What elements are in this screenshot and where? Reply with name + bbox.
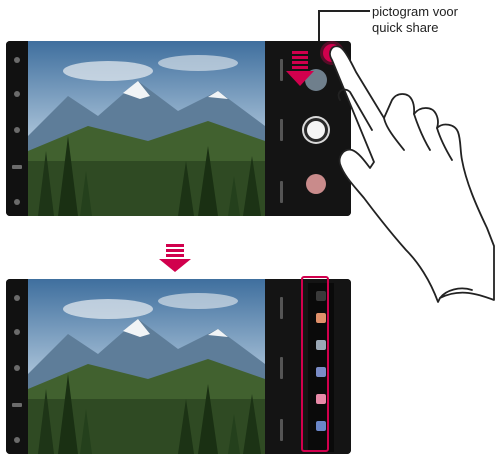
landscape-preview-image <box>28 41 265 216</box>
camera-settings-bar <box>6 279 28 454</box>
shutter-button[interactable] <box>307 121 325 139</box>
camera-screen-before <box>6 41 351 216</box>
zoom-slider-bottom[interactable] <box>280 181 283 203</box>
record-button[interactable] <box>306 174 326 194</box>
camera-viewfinder <box>28 279 265 454</box>
landscape-preview-image <box>28 279 265 454</box>
callout-leader-line-vertical <box>318 10 320 45</box>
mode-icon[interactable] <box>12 403 22 407</box>
quick-share-highlight-box <box>301 276 329 452</box>
quick-share-icon[interactable] <box>323 44 341 62</box>
camera-screen-after <box>6 279 351 454</box>
zoom-slider-middle[interactable] <box>280 119 283 141</box>
timer-icon[interactable] <box>14 91 20 97</box>
callout-line-2: quick share <box>372 20 439 35</box>
zoom-slider-top[interactable] <box>280 59 283 81</box>
settings-icon[interactable] <box>14 295 20 301</box>
zoom-slider-top[interactable] <box>280 297 283 319</box>
mode-icon[interactable] <box>12 165 22 169</box>
step-down-arrow-icon <box>159 244 191 272</box>
callout-line-1: pictogram voor <box>372 4 458 19</box>
settings-icon[interactable] <box>14 57 20 63</box>
flash-icon[interactable] <box>14 127 20 133</box>
camera-controls-bar <box>265 41 351 216</box>
gallery-thumbnail[interactable] <box>305 69 327 91</box>
zoom-slider-middle[interactable] <box>280 357 283 379</box>
callout-leader-line <box>318 10 370 12</box>
flash-icon[interactable] <box>14 365 20 371</box>
switch-camera-icon[interactable] <box>14 199 20 205</box>
quick-share-callout-label: pictogram voor quick share <box>372 4 458 36</box>
timer-icon[interactable] <box>14 329 20 335</box>
switch-camera-icon[interactable] <box>14 437 20 443</box>
camera-viewfinder <box>28 41 265 216</box>
zoom-slider-bottom[interactable] <box>280 419 283 441</box>
camera-settings-bar <box>6 41 28 216</box>
pointing-hand-icon <box>329 45 495 303</box>
